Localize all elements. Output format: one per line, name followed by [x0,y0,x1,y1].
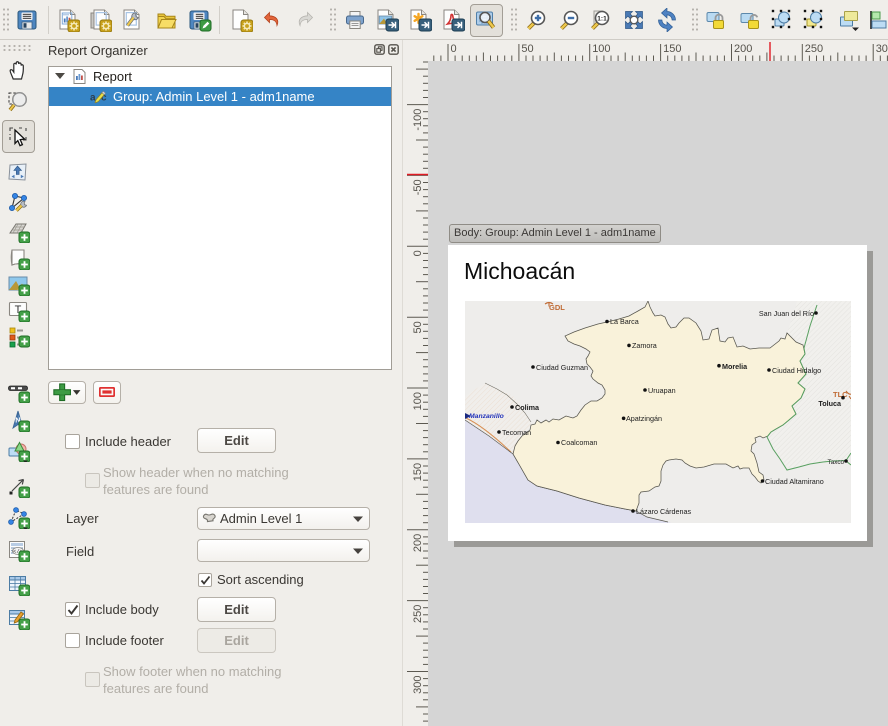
svg-text:0: 0 [412,250,424,256]
svg-text:-50: -50 [412,179,424,195]
svg-text:250: 250 [412,605,424,623]
svg-text:300: 300 [876,43,888,55]
svg-text:TLC: TLC [833,390,848,399]
svg-text:Ciudad Guzman: Ciudad Guzman [536,363,588,372]
svg-text:Coalcoman: Coalcoman [561,438,597,447]
svg-text:0: 0 [451,43,457,55]
svg-text:200: 200 [734,43,752,55]
svg-text:Ciudad Hidalgo: Ciudad Hidalgo [772,366,821,375]
svg-text:200: 200 [412,534,424,552]
svg-text:Taxco: Taxco [828,459,845,466]
svg-text:50: 50 [521,43,533,55]
svg-text:-100: -100 [412,109,424,131]
svg-text:150: 150 [663,43,681,55]
svg-text:Apatzingán: Apatzingán [626,414,662,423]
svg-text:GDL: GDL [549,303,565,312]
svg-text:Lázaro Cárdenas: Lázaro Cárdenas [636,507,692,516]
svg-text:San Juan del Río: San Juan del Río [759,309,814,318]
svg-text:100: 100 [412,392,424,410]
svg-text:100: 100 [592,43,610,55]
svg-text:Tecoman: Tecoman [502,428,531,437]
svg-text:Toluca: Toluca [818,399,842,408]
svg-text:Manzanillo: Manzanillo [469,413,504,420]
svg-text:Ciudad Altamirano: Ciudad Altamirano [765,477,824,486]
svg-text:300: 300 [412,676,424,694]
svg-text:250: 250 [805,43,823,55]
svg-text:50: 50 [412,321,424,333]
svg-text:Colima: Colima [515,403,540,412]
svg-text:150: 150 [412,463,424,481]
svg-text:Uruapan: Uruapan [648,386,676,395]
svg-text:Morelia: Morelia [722,362,748,371]
svg-text:Zamora: Zamora [632,341,657,350]
svg-text:La Barca: La Barca [610,317,639,326]
svg-text:1:1: 1:1 [597,16,607,23]
